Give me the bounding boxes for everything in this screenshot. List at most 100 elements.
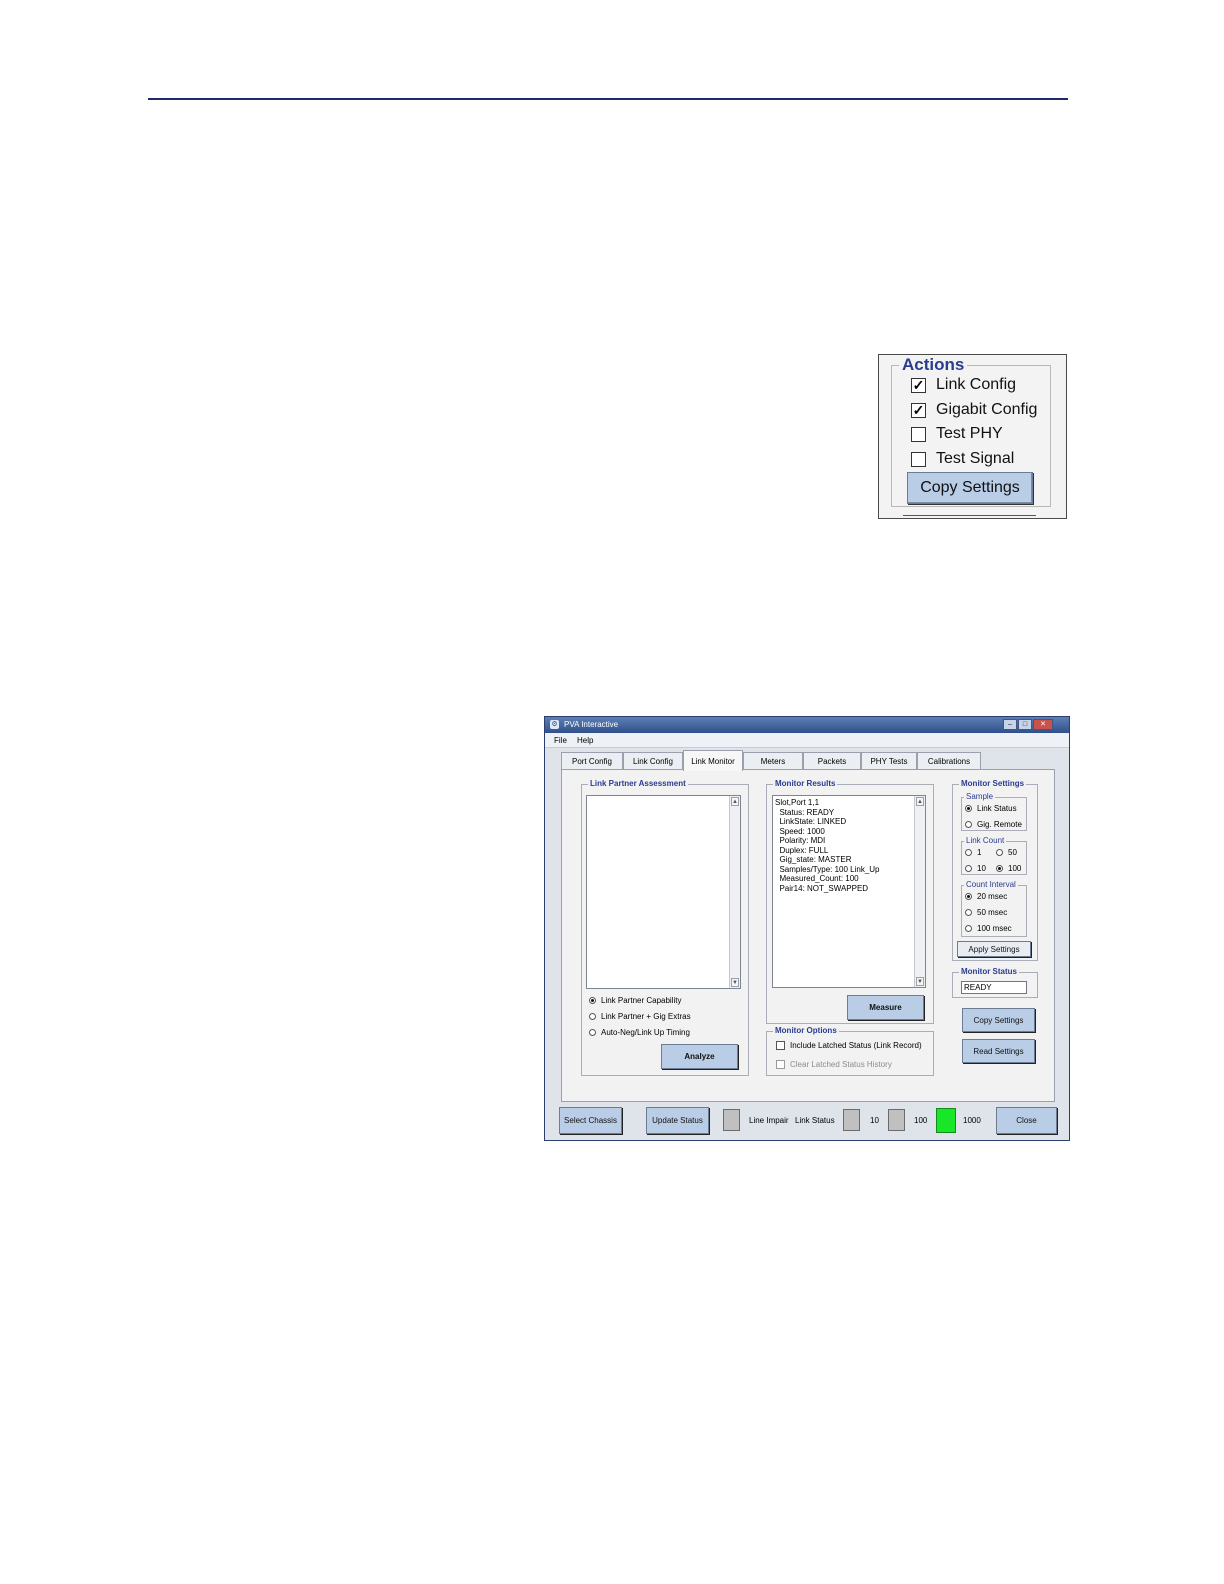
monitor-result-line: Duplex: FULL: [775, 845, 829, 855]
select-chassis-button[interactable]: Select Chassis: [559, 1107, 622, 1134]
menu-help[interactable]: Help: [577, 736, 593, 745]
tab-phy-tests[interactable]: PHY Tests: [861, 752, 917, 770]
link-count-title: Link Count: [964, 836, 1007, 845]
interval-50-radio[interactable]: 50 msec: [965, 908, 1007, 917]
monitor-results-list[interactable]: Slot,Port 1,1 Status: READY LinkState: L…: [772, 795, 926, 988]
radio-label: 50 msec: [977, 908, 1008, 917]
monitor-result-line: Slot,Port 1,1: [775, 798, 820, 807]
monitor-settings-title: Monitor Settings: [959, 779, 1027, 788]
minimize-icon[interactable]: –: [1003, 719, 1017, 730]
clear-latched-checkbox[interactable]: Clear Latched Status History: [776, 1060, 892, 1069]
link-partner-group: Link Partner Assessment ▲ ▼ Link Partner…: [581, 779, 749, 1076]
close-window-icon[interactable]: ✕: [1033, 719, 1053, 730]
count-interval-group: Count Interval 20 msec 50 msec 100 msec: [961, 880, 1027, 937]
radio-label: 20 msec: [977, 892, 1008, 901]
maximize-icon[interactable]: □: [1018, 719, 1032, 730]
measure-button[interactable]: Measure: [847, 995, 924, 1020]
close-button[interactable]: Close: [996, 1107, 1057, 1134]
scroll-down-icon[interactable]: ▼: [731, 978, 739, 987]
tab-link-config[interactable]: Link Config: [623, 752, 683, 770]
link-partner-title: Link Partner Assessment: [588, 779, 688, 788]
radio-label: 1: [977, 848, 982, 857]
monitor-status-title: Monitor Status: [959, 967, 1019, 976]
link-count-100-radio[interactable]: 100: [996, 864, 1021, 873]
radio-icon: [965, 925, 972, 932]
test-signal-label: Test Signal: [936, 450, 1015, 467]
speed-10-label: 10: [870, 1116, 879, 1125]
link-config-checkbox[interactable]: ✓ Link Config: [911, 374, 1016, 396]
menu-file[interactable]: File: [554, 736, 567, 745]
tab-packets[interactable]: Packets: [803, 752, 861, 770]
speed-1000-indicator: [936, 1108, 956, 1133]
monitor-result-line: Pair14: NOT_SWAPPED: [775, 883, 869, 893]
test-phy-box-icon: [911, 426, 926, 442]
checkbox-label: Clear Latched Status History: [790, 1060, 892, 1069]
window-title: PVA Interactive: [564, 720, 619, 729]
test-signal-checkbox[interactable]: Test Signal: [911, 448, 1014, 470]
monitor-settings-group: Monitor Settings Sample Link Status Gig.…: [952, 779, 1038, 961]
test-phy-checkbox[interactable]: Test PHY: [911, 423, 1003, 445]
tab-link-monitor[interactable]: Link Monitor: [683, 750, 743, 771]
scroll-up-icon[interactable]: ▲: [916, 797, 924, 806]
radio-icon: [965, 821, 972, 828]
checkbox-icon: [776, 1041, 785, 1050]
auto-neg-timing-radio[interactable]: Auto-Neg/Link Up Timing: [589, 1028, 690, 1037]
link-partner-gig-extras-radio[interactable]: Link Partner + Gig Extras: [589, 1012, 691, 1021]
interval-100-radio[interactable]: 100 msec: [965, 924, 1012, 933]
menu-bar: File Help: [545, 733, 1069, 748]
update-status-button[interactable]: Update Status: [646, 1107, 709, 1134]
line-impair-label: Line Impair: [749, 1116, 789, 1125]
actions-panel: Actions ✓ Link Config ✓ Gigabit Config T…: [878, 354, 1067, 519]
copy-settings-button[interactable]: Copy Settings: [907, 472, 1033, 504]
gigabit-config-checkbox[interactable]: ✓ Gigabit Config: [911, 399, 1037, 421]
link-monitor-panel: Link Partner Assessment ▲ ▼ Link Partner…: [561, 769, 1055, 1102]
speed-1000-label: 1000: [963, 1116, 981, 1125]
radio-label: 50: [1008, 848, 1017, 857]
app-icon: ⚙: [550, 720, 559, 729]
checkbox-label: Include Latched Status (Link Record): [790, 1041, 922, 1050]
read-settings-button[interactable]: Read Settings: [962, 1039, 1035, 1063]
link-partner-results[interactable]: ▲ ▼: [586, 795, 741, 989]
monitor-result-line: Speed: 1000: [775, 826, 825, 836]
analyze-button[interactable]: Analyze: [661, 1044, 738, 1069]
tab-calibrations[interactable]: Calibrations: [917, 752, 981, 770]
monitor-results-title: Monitor Results: [773, 779, 838, 788]
sample-link-status-radio[interactable]: Link Status: [965, 804, 1017, 813]
radio-label: 100 msec: [977, 924, 1012, 933]
radio-icon: [589, 1013, 596, 1020]
link-count-50-radio[interactable]: 50: [996, 848, 1017, 857]
monitor-options-title: Monitor Options: [773, 1026, 839, 1035]
copy-settings-button[interactable]: Copy Settings: [962, 1008, 1035, 1032]
radio-icon: [965, 909, 972, 916]
link-partner-capability-radio[interactable]: Link Partner Capability: [589, 996, 681, 1005]
next-button-edge: [903, 515, 1036, 518]
monitor-result-line: Status: READY: [775, 807, 835, 817]
interval-20-radio[interactable]: 20 msec: [965, 892, 1007, 901]
scroll-up-icon[interactable]: ▲: [731, 797, 739, 806]
speed-100-indicator: [888, 1109, 905, 1131]
link-count-1-radio[interactable]: 1: [965, 848, 981, 857]
link-count-10-radio[interactable]: 10: [965, 864, 986, 873]
actions-legend: Actions: [899, 355, 968, 375]
sample-title: Sample: [964, 792, 996, 801]
monitor-result-line: Samples/Type: 100 Link_Up: [775, 864, 880, 874]
monitor-results-scrollbar[interactable]: ▲ ▼: [914, 796, 925, 987]
sample-gig-remote-radio[interactable]: Gig. Remote: [965, 820, 1022, 829]
test-phy-label: Test PHY: [936, 425, 1003, 442]
monitor-status-field: READY: [961, 981, 1027, 994]
apply-settings-button[interactable]: Apply Settings: [957, 941, 1031, 957]
radio-icon: [965, 849, 972, 856]
link-config-label: Link Config: [936, 376, 1017, 393]
monitor-result-line: LinkState: LINKED: [775, 817, 847, 826]
scroll-down-icon[interactable]: ▼: [916, 977, 924, 986]
tab-port-config[interactable]: Port Config: [561, 752, 623, 770]
radio-label: 10: [977, 864, 986, 873]
tab-meters[interactable]: Meters: [743, 752, 803, 770]
radio-label: Gig. Remote: [977, 820, 1022, 829]
radio-selected-icon: [996, 865, 1003, 872]
radio-label: Link Status: [977, 804, 1017, 813]
link-partner-scrollbar[interactable]: ▲ ▼: [729, 796, 740, 988]
monitor-results-group: Monitor Results Slot,Port 1,1 Status: RE…: [766, 779, 934, 1024]
pva-window: ⚙ PVA Interactive – □ ✕ File Help Port C…: [544, 716, 1070, 1141]
include-latched-checkbox[interactable]: Include Latched Status (Link Record): [776, 1041, 922, 1050]
